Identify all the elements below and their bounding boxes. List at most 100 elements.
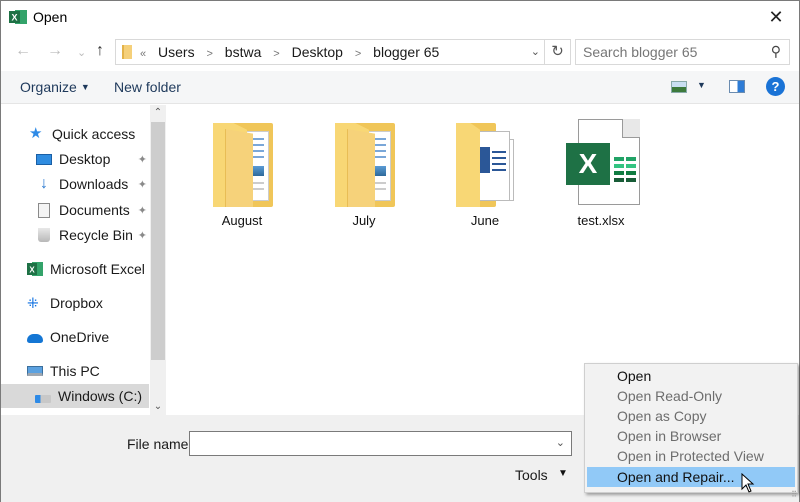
onedrive-icon bbox=[27, 334, 43, 343]
menu-item-open-in-protected-view[interactable]: Open in Protected View bbox=[587, 446, 795, 466]
address-bar[interactable]: « Users > bstwa > Desktop > blogger 65 ⌄… bbox=[115, 39, 571, 65]
menu-item-open[interactable]: Open bbox=[587, 366, 795, 386]
address-dropdown-icon[interactable]: ⌄ bbox=[531, 45, 540, 58]
dropbox-icon: ⁜ bbox=[27, 295, 39, 311]
sidebar-item-microsoft-excel[interactable]: X Microsoft Excel bbox=[1, 257, 149, 281]
close-icon: ✕ bbox=[768, 6, 784, 27]
sidebar-item-this-pc[interactable]: This PC bbox=[1, 359, 149, 383]
download-icon: ↓ bbox=[40, 175, 48, 192]
view-options-dropdown[interactable]: ▼ bbox=[697, 80, 706, 90]
file-item-july[interactable]: July bbox=[314, 117, 414, 228]
breadcrumb-users[interactable]: Users bbox=[158, 44, 195, 60]
menu-item-open-in-browser[interactable]: Open in Browser bbox=[587, 426, 795, 446]
change-view-icon[interactable] bbox=[671, 81, 687, 93]
scroll-down-arrow[interactable]: ⌄ bbox=[150, 399, 166, 415]
file-name: June bbox=[470, 213, 500, 228]
preview-pane-icon[interactable] bbox=[729, 80, 745, 93]
menu-item-open-read-only[interactable]: Open Read-Only bbox=[587, 386, 795, 406]
drive-icon bbox=[35, 395, 51, 403]
scroll-up-arrow[interactable]: ⌃ bbox=[150, 105, 166, 121]
recycle-bin-icon bbox=[38, 228, 50, 242]
documents-icon bbox=[38, 202, 50, 218]
sidebar-item-onedrive[interactable]: OneDrive bbox=[1, 325, 149, 349]
close-button[interactable]: ✕ bbox=[753, 1, 799, 33]
folder-icon bbox=[207, 117, 277, 209]
sidebar-item-label: Windows (C:) bbox=[58, 388, 143, 404]
navigation-pane: ★ Quick access Desktop ✦ ↓ Downloads ✦ D… bbox=[1, 105, 166, 415]
scrollbar-thumb[interactable] bbox=[151, 122, 165, 360]
sidebar-item-label: Recycle Bin bbox=[59, 227, 133, 243]
svg-text:X: X bbox=[11, 13, 17, 23]
new-folder-button[interactable]: New folder bbox=[114, 79, 181, 95]
breadcrumb: « Users > bstwa > Desktop > blogger 65 bbox=[140, 44, 439, 60]
computer-icon bbox=[27, 366, 43, 376]
sidebar-item-dropbox[interactable]: ⁜ Dropbox bbox=[1, 291, 149, 315]
search-icon[interactable]: ⚲ bbox=[771, 43, 781, 60]
organize-button[interactable]: Organize ▼ bbox=[20, 79, 90, 95]
folder-icon bbox=[329, 117, 399, 209]
chevron-down-icon[interactable]: ▼ bbox=[558, 468, 568, 479]
sidebar-item-label: Desktop bbox=[59, 151, 111, 167]
navigation-bar: ← → ⌄ ↑ « Users > bstwa > Desktop > blog… bbox=[1, 33, 799, 69]
file-name-combobox[interactable]: ⌄ bbox=[189, 431, 572, 456]
sidebar-item-documents[interactable]: Documents ✦ bbox=[1, 198, 149, 222]
breadcrumb-desktop[interactable]: Desktop bbox=[292, 44, 343, 60]
sidebar-item-label: Quick access bbox=[52, 126, 136, 142]
open-dialog: X Open ✕ ← → ⌄ ↑ « Users > bstwa > Deskt… bbox=[0, 0, 800, 502]
sidebar-item-windows-c[interactable]: Windows (C:) bbox=[1, 384, 149, 408]
file-name-input[interactable] bbox=[194, 432, 534, 454]
title-bar: X Open ✕ bbox=[1, 1, 799, 33]
excel-app-icon: X bbox=[9, 10, 27, 24]
pin-icon[interactable]: ✦ bbox=[138, 204, 147, 217]
sidebar-item-quick-access[interactable]: ★ Quick access bbox=[1, 122, 149, 146]
svg-text:X: X bbox=[29, 266, 35, 275]
pin-icon[interactable]: ✦ bbox=[138, 153, 147, 166]
command-toolbar: Organize ▼ New folder ▼ ? bbox=[1, 71, 799, 104]
pin-icon[interactable]: ✦ bbox=[138, 178, 147, 191]
sidebar-item-desktop[interactable]: Desktop ✦ bbox=[1, 147, 149, 171]
sidebar-item-recycle-bin[interactable]: Recycle Bin ✦ bbox=[1, 223, 149, 247]
sidebar-item-label: Dropbox bbox=[50, 295, 103, 311]
file-name: July bbox=[352, 213, 376, 228]
help-icon[interactable]: ? bbox=[766, 77, 785, 96]
sidebar-scrollbar[interactable]: ⌃ ⌄ bbox=[150, 105, 166, 415]
file-item-june[interactable]: June bbox=[435, 117, 535, 228]
pin-icon[interactable]: ✦ bbox=[138, 229, 147, 242]
chevron-right-icon[interactable]: > bbox=[273, 48, 279, 60]
menu-item-open-as-copy[interactable]: Open as Copy bbox=[587, 406, 795, 426]
file-item-august[interactable]: August bbox=[192, 117, 292, 228]
back-button[interactable]: ← bbox=[15, 42, 31, 60]
sidebar-item-label: OneDrive bbox=[50, 329, 110, 345]
chevron-down-icon: ▼ bbox=[80, 82, 90, 92]
up-button[interactable]: ↑ bbox=[96, 42, 104, 60]
search-box[interactable]: ⚲ bbox=[575, 39, 790, 65]
open-options-menu: Open Open Read-Only Open as Copy Open in… bbox=[584, 363, 798, 493]
chevron-down-icon[interactable]: ⌄ bbox=[556, 436, 565, 449]
recent-locations-button[interactable]: ⌄ bbox=[77, 46, 86, 59]
word-icon bbox=[480, 147, 490, 173]
tools-button[interactable]: Tools bbox=[515, 467, 548, 483]
breadcrumb-overflow[interactable]: « bbox=[140, 48, 146, 60]
sidebar-item-downloads[interactable]: ↓ Downloads ✦ bbox=[1, 172, 149, 196]
sidebar-item-label: Downloads bbox=[59, 176, 129, 192]
file-name: August bbox=[221, 213, 263, 228]
excel-badge: X bbox=[566, 143, 610, 185]
breadcrumb-blogger-65[interactable]: blogger 65 bbox=[373, 44, 439, 60]
refresh-button[interactable]: ↻ bbox=[544, 40, 570, 64]
excel-icon: X bbox=[27, 262, 43, 276]
folder-icon bbox=[122, 45, 132, 59]
breadcrumb-bstwa[interactable]: bstwa bbox=[225, 44, 262, 60]
forward-button[interactable]: → bbox=[47, 42, 63, 60]
resize-grip[interactable]: ⠿ bbox=[791, 490, 797, 499]
file-name: test.xlsx bbox=[577, 213, 625, 228]
sidebar-item-label: Microsoft Excel bbox=[50, 261, 145, 277]
chevron-right-icon[interactable]: > bbox=[206, 48, 212, 60]
search-input[interactable] bbox=[583, 44, 763, 60]
folder-icon bbox=[450, 117, 520, 209]
menu-item-open-and-repair[interactable]: Open and Repair... bbox=[587, 467, 795, 487]
chevron-right-icon[interactable]: > bbox=[355, 48, 361, 60]
sidebar-item-label: This PC bbox=[50, 363, 100, 379]
window-title: Open bbox=[33, 9, 68, 25]
sidebar-item-label: Documents bbox=[59, 202, 130, 218]
file-item-test-xlsx[interactable]: X test.xlsx bbox=[551, 117, 651, 228]
